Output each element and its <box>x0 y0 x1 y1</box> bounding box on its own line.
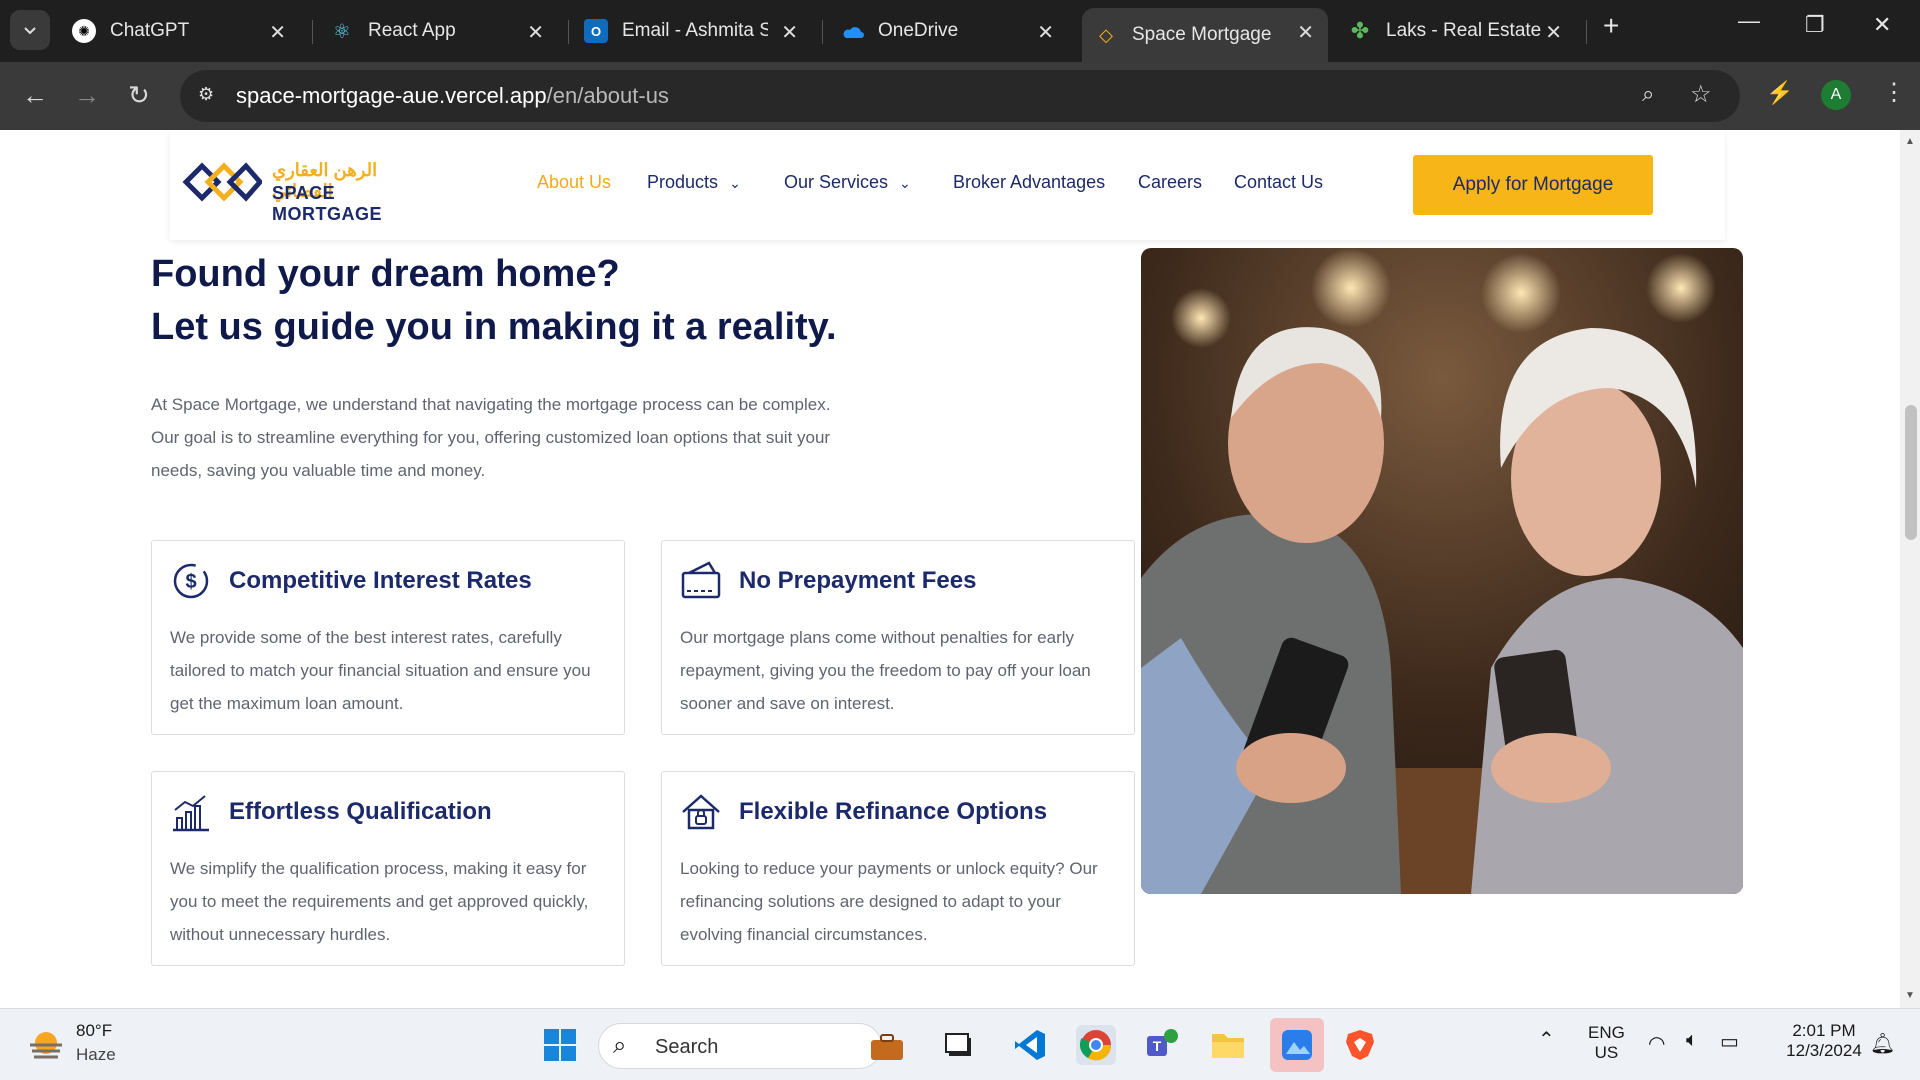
brave-icon[interactable] <box>1340 1025 1380 1065</box>
tab-onedrive[interactable]: OneDrive ✕ <box>828 8 1068 54</box>
outlook-icon: O <box>584 19 608 43</box>
windows-taskbar: 80°F Haze ⌕ Search T ⌃ ENG US ◠ 🔈︎ ▭ 2:0… <box>0 1008 1920 1080</box>
nav-contact-us[interactable]: Contact Us <box>1234 172 1323 193</box>
page-viewport: الرهن العقاري الفضائي SPACE MORTGAGE Abo… <box>0 130 1900 1008</box>
logo-diamond-icon <box>182 162 264 202</box>
profile-avatar[interactable]: A <box>1821 80 1851 110</box>
zoom-icon[interactable]: ⌕ <box>1642 81 1654 107</box>
minimize-button[interactable]: — <box>1738 8 1760 34</box>
search-icon: ⌕ <box>613 1032 627 1059</box>
file-explorer-icon[interactable] <box>1208 1025 1248 1065</box>
feature-card-refinance: Flexible Refinance Options Looking to re… <box>661 771 1135 966</box>
url-text[interactable]: space-mortgage-aue.vercel.app/en/about-u… <box>236 83 669 109</box>
back-icon[interactable]: ← <box>22 80 48 111</box>
new-tab-button[interactable]: + <box>1603 10 1619 42</box>
close-tab-icon[interactable]: ✕ <box>781 20 798 45</box>
restore-button[interactable]: ❐ <box>1805 12 1825 38</box>
forward-icon[interactable]: → <box>74 80 100 111</box>
briefcase-icon <box>869 1032 905 1062</box>
vscode-icon[interactable] <box>1010 1025 1050 1065</box>
scroll-down-icon[interactable]: ▼ <box>1905 990 1915 1001</box>
photos-app-icon[interactable] <box>1270 1018 1324 1072</box>
wallet-card-icon <box>681 561 721 599</box>
browser-toolbar: ← → ↻ ⚙ space-mortgage-aue.vercel.app/en… <box>0 62 1920 130</box>
tab-laks-real-estate[interactable]: ✤ Laks - Real Estate I ✕ <box>1336 8 1576 54</box>
tab-space-mortgage[interactable]: ◇ Space Mortgage ✕ <box>1082 8 1328 62</box>
close-tab-icon[interactable]: ✕ <box>1037 20 1054 45</box>
svg-text:$: $ <box>185 571 196 593</box>
feature-card-qualification: Effortless Qualification We simplify the… <box>151 771 625 966</box>
chevron-down-icon: ⌄ <box>729 175 741 191</box>
weather-temp: 80°F <box>76 1021 113 1040</box>
wifi-icon[interactable]: ◠ <box>1648 1031 1665 1056</box>
bookmark-star-icon[interactable]: ☆ <box>1690 80 1712 109</box>
house-refinance-icon <box>682 794 720 830</box>
apply-for-mortgage-button[interactable]: Apply for Mortgage <box>1413 155 1653 215</box>
nav-products[interactable]: Products ⌄ <box>647 172 741 193</box>
hero-description: At Space Mortgage, we understand that na… <box>151 395 831 480</box>
close-tab-icon[interactable]: ✕ <box>527 20 544 45</box>
task-view-icon[interactable] <box>940 1025 980 1065</box>
nav-our-services[interactable]: Our Services ⌄ <box>784 172 911 193</box>
language-indicator[interactable]: ENG US <box>1588 1023 1625 1063</box>
close-tab-icon[interactable]: ✕ <box>269 20 286 45</box>
onedrive-icon <box>840 19 864 43</box>
seniors-with-phones-photo <box>1141 248 1743 894</box>
volume-icon[interactable]: 🔈︎ <box>1686 1029 1698 1052</box>
show-hidden-icons-chevron-up-icon[interactable]: ⌃ <box>1538 1027 1555 1052</box>
battery-icon[interactable]: ▭ <box>1720 1029 1739 1054</box>
scroll-up-icon[interactable]: ▲ <box>1905 136 1915 147</box>
tab-email[interactable]: O Email - Ashmita Sh ✕ <box>572 8 812 54</box>
site-logo[interactable]: الرهن العقاري الفضائي SPACE MORTGAGE <box>182 156 442 224</box>
react-icon: ⚛ <box>333 20 351 43</box>
svg-text:T: T <box>1153 1038 1162 1054</box>
notifications-icon[interactable]: 🔔︎ <box>1870 1031 1895 1056</box>
tab-react-app[interactable]: ⚛ React App ✕ <box>318 8 558 54</box>
weather-haze-icon[interactable] <box>26 1027 66 1063</box>
space-mortgage-favicon: ◇ <box>1099 24 1113 45</box>
nav-about-us[interactable]: About Us <box>537 172 611 193</box>
page-title: Found your dream home? Let us guide you … <box>151 253 837 348</box>
address-bar[interactable]: ⚙ space-mortgage-aue.vercel.app/en/about… <box>180 70 1740 122</box>
close-tab-icon[interactable]: ✕ <box>1297 20 1314 45</box>
menu-icon[interactable]: ⋮ <box>1882 78 1906 107</box>
feature-card-prepayment: No Prepayment Fees Our mortgage plans co… <box>661 540 1135 735</box>
chevron-down-icon: ⌄ <box>899 175 911 191</box>
growth-chart-icon <box>173 795 209 832</box>
teams-icon[interactable]: T <box>1142 1025 1182 1065</box>
close-window-button[interactable]: ✕ <box>1873 12 1891 38</box>
weather-desc: Haze <box>76 1045 116 1064</box>
nav-broker-advantages[interactable]: Broker Advantages <box>953 172 1105 193</box>
close-tab-icon[interactable]: ✕ <box>1545 20 1562 45</box>
performance-icon[interactable]: ⚡ <box>1766 80 1793 106</box>
browser-tab-strip: ✺ ChatGPT ✕ ⚛ React App ✕ O Email - Ashm… <box>0 0 1920 62</box>
chatgpt-icon: ✺ <box>72 19 96 43</box>
reload-icon[interactable]: ↻ <box>128 80 150 111</box>
site-settings-icon[interactable]: ⚙ <box>198 84 214 105</box>
page-scrollbar[interactable]: ▲ ▼ <box>1900 130 1920 1008</box>
dollar-cycle-icon: $ <box>173 563 209 599</box>
scrollbar-thumb[interactable] <box>1905 405 1917 540</box>
feature-card-interest: $ Competitive Interest Rates We provide … <box>151 540 625 735</box>
site-header: الرهن العقاري الفضائي SPACE MORTGAGE Abo… <box>170 130 1725 240</box>
clock[interactable]: 2:01 PM 12/3/2024 <box>1772 1021 1876 1061</box>
tab-search-button[interactable] <box>10 10 50 50</box>
windows-start-icon[interactable] <box>540 1025 580 1065</box>
clover-icon: ✤ <box>1350 18 1370 43</box>
chevron-down-icon <box>24 27 36 35</box>
chrome-icon[interactable] <box>1076 1025 1116 1065</box>
taskbar-search[interactable]: ⌕ Search <box>598 1023 903 1069</box>
tab-chatgpt[interactable]: ✺ ChatGPT ✕ <box>60 8 300 54</box>
nav-careers[interactable]: Careers <box>1138 172 1202 193</box>
